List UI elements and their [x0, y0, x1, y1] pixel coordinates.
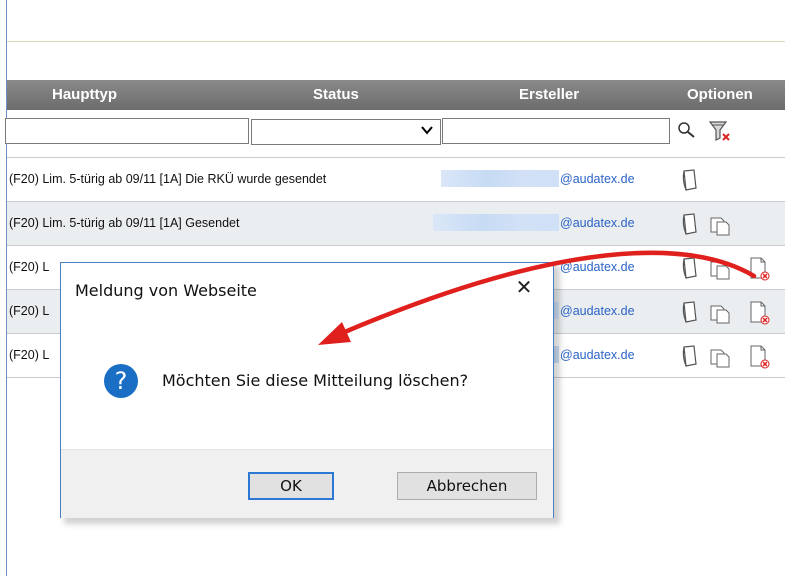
documents-icon[interactable] — [709, 214, 733, 241]
creator-email[interactable]: @audatex.de — [560, 260, 635, 274]
table-header: Haupttyp Status Ersteller Optionen — [7, 80, 785, 110]
filter-row — [5, 117, 785, 148]
ersteller-filter-input[interactable] — [442, 118, 670, 144]
top-divider — [7, 41, 785, 42]
documents-icon[interactable] — [709, 302, 733, 329]
document-icon[interactable] — [680, 256, 700, 285]
document-icon[interactable] — [680, 212, 700, 241]
search-icon[interactable] — [677, 121, 697, 144]
column-header-status[interactable]: Status — [313, 86, 359, 103]
creator-email[interactable]: @audatex.de — [560, 172, 635, 186]
column-header-ersteller[interactable]: Ersteller — [519, 86, 579, 103]
table-row[interactable]: (F20) Lim. 5-türig ab 09/11 [1A] Die RKÜ… — [7, 157, 785, 201]
row-description: (F20) L — [9, 260, 50, 274]
document-icon[interactable] — [680, 344, 700, 373]
creator-email[interactable]: @audatex.de — [560, 216, 635, 230]
redacted-name — [441, 170, 559, 187]
row-description: (F20) Lim. 5-türig ab 09/11 [1A] Die RKÜ… — [9, 172, 327, 186]
redacted-name — [433, 214, 559, 231]
creator-email[interactable]: @audatex.de — [560, 304, 635, 318]
status-filter-select[interactable] — [251, 119, 441, 145]
dialog-message: Möchten Sie diese Mitteilung löschen? — [162, 371, 469, 390]
filter-reset-icon[interactable] — [707, 119, 733, 148]
row-description: (F20) L — [9, 348, 50, 362]
row-description: (F20) L — [9, 304, 50, 318]
column-header-optionen: Optionen — [687, 86, 753, 103]
chevron-down-icon — [420, 122, 434, 142]
confirm-dialog: Meldung von Webseite ✕ ? Möchten Sie die… — [60, 262, 554, 518]
delete-document-icon[interactable] — [748, 344, 772, 375]
dialog-title: Meldung von Webseite — [75, 281, 257, 300]
delete-document-icon[interactable] — [748, 256, 772, 287]
creator-email[interactable]: @audatex.de — [560, 348, 635, 362]
ok-button[interactable]: OK — [248, 472, 334, 500]
dialog-footer: OK Abbrechen — [61, 449, 553, 518]
table-row[interactable]: (F20) Lim. 5-türig ab 09/11 [1A] Gesende… — [7, 201, 785, 245]
cancel-button[interactable]: Abbrechen — [397, 472, 537, 500]
document-icon[interactable] — [680, 168, 700, 197]
question-icon: ? — [104, 364, 138, 398]
document-icon[interactable] — [680, 300, 700, 329]
delete-document-icon[interactable] — [748, 300, 772, 331]
documents-icon[interactable] — [709, 258, 733, 285]
close-icon[interactable]: ✕ — [509, 275, 539, 301]
column-header-haupttyp[interactable]: Haupttyp — [52, 86, 117, 103]
haupttyp-filter-input[interactable] — [5, 118, 249, 144]
documents-icon[interactable] — [709, 346, 733, 373]
row-description: (F20) Lim. 5-türig ab 09/11 [1A] Gesende… — [9, 216, 240, 230]
